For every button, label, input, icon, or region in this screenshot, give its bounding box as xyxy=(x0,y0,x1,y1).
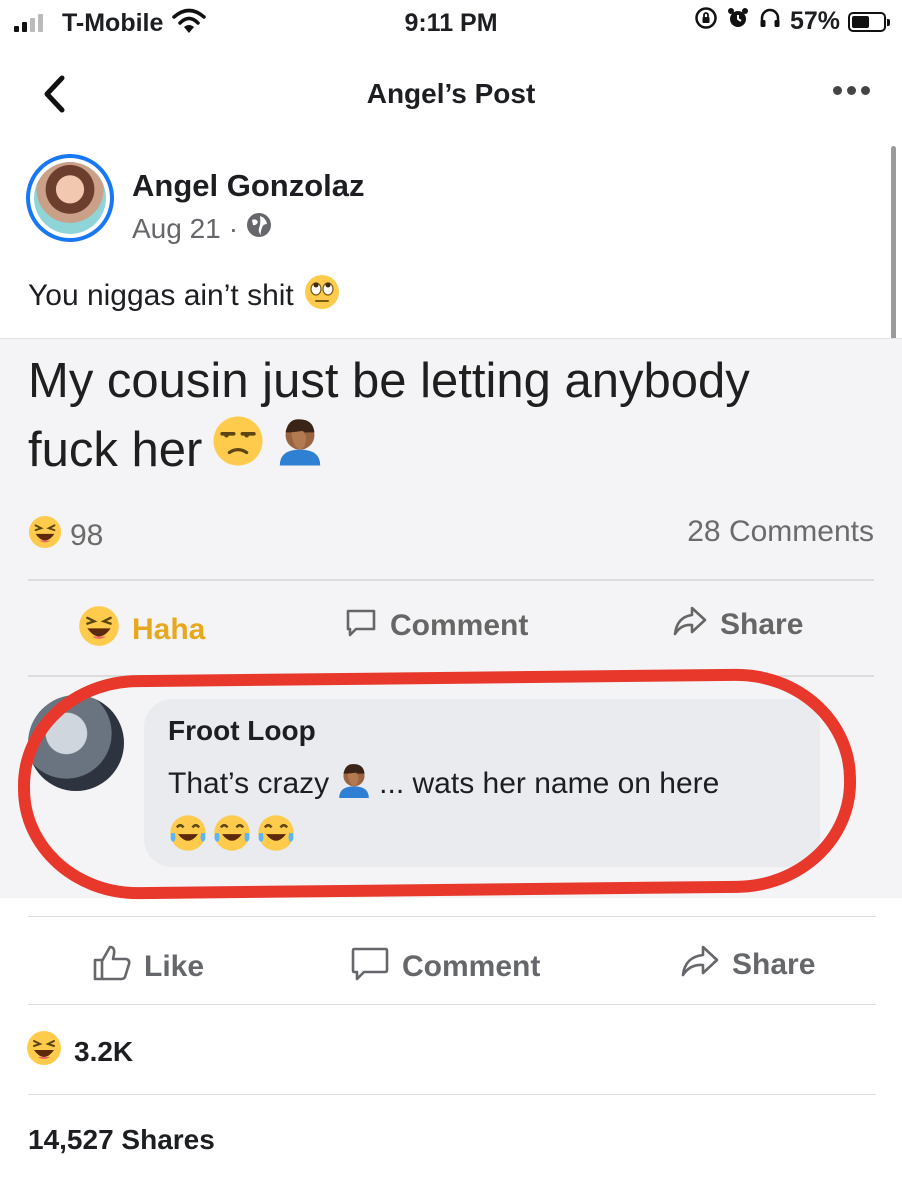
shared-comments-count[interactable]: 28 Comments xyxy=(687,515,874,549)
reactions-summary[interactable]: 3.2K xyxy=(26,1030,133,1073)
headphones-icon xyxy=(758,6,782,37)
shared-post-counts: 98 28 Comments xyxy=(28,515,874,559)
like-label: Like xyxy=(144,950,205,983)
haha-reaction-icon xyxy=(26,1030,62,1073)
alarm-icon xyxy=(726,6,750,37)
shared-action-bar: Haha Comment Share xyxy=(28,605,874,655)
caption-text: You niggas ain’t shit xyxy=(28,279,294,312)
shared-haha-label: Haha xyxy=(132,613,206,646)
share-label: Share xyxy=(732,948,816,981)
post-action-bar: Like Comment Share xyxy=(0,932,902,992)
shared-share-button[interactable]: Share xyxy=(672,605,803,645)
comment-icon xyxy=(350,944,390,990)
globe-icon xyxy=(246,212,272,245)
haha-reaction-icon xyxy=(28,515,62,557)
reaction-count: 3.2K xyxy=(74,1035,134,1067)
shares-count[interactable]: 14,527 Shares xyxy=(28,1124,215,1156)
shared-text-line-2: fuck her xyxy=(28,423,203,477)
battery-icon xyxy=(848,11,890,32)
rotation-lock-icon xyxy=(694,6,718,37)
post-header: Angel Gonzolaz Aug 21 · xyxy=(26,154,866,246)
meta-separator: · xyxy=(228,212,239,244)
more-options-button[interactable] xyxy=(833,86,870,95)
shared-divider xyxy=(28,579,874,581)
facepalm-emoji-icon xyxy=(274,415,326,485)
shared-post-text: My cousin just be letting anybody fuck h… xyxy=(28,347,888,485)
thumbs-up-icon xyxy=(92,944,132,990)
eye-roll-emoji-icon xyxy=(304,274,340,318)
red-annotation-circle xyxy=(16,667,858,901)
author-name[interactable]: Angel Gonzolaz xyxy=(132,168,365,204)
shared-share-label: Share xyxy=(720,608,804,641)
shared-haha-button[interactable]: Haha xyxy=(78,605,205,655)
shared-comment-label: Comment xyxy=(390,609,529,642)
share-arrow-icon xyxy=(672,605,708,645)
status-bar: T-Mobile 9:11 PM 57% xyxy=(0,0,902,48)
post-date[interactable]: Aug 21 xyxy=(132,213,221,245)
post-caption: You niggas ain’t shit xyxy=(28,274,340,318)
post-meta: Aug 21 · xyxy=(132,212,272,245)
haha-reaction-icon xyxy=(78,605,120,655)
divider xyxy=(28,1004,876,1005)
comment-button[interactable]: Comment xyxy=(350,944,540,990)
share-arrow-icon xyxy=(680,944,720,986)
shared-text-line-1: My cousin just be letting anybody xyxy=(28,354,750,408)
author-avatar[interactable] xyxy=(26,154,114,242)
divider xyxy=(28,1094,876,1095)
like-button[interactable]: Like xyxy=(92,944,204,990)
comment-label: Comment xyxy=(402,950,541,983)
battery-percent: 57% xyxy=(789,7,840,35)
share-button[interactable]: Share xyxy=(680,944,815,986)
navigation-bar: Angel’s Post xyxy=(0,56,902,132)
divider xyxy=(28,916,876,917)
comment-icon xyxy=(344,605,378,647)
page-title: Angel’s Post xyxy=(366,78,536,109)
shared-reaction-count[interactable]: 98 xyxy=(70,519,103,553)
shared-comment-button[interactable]: Comment xyxy=(344,605,528,647)
unamused-emoji-icon xyxy=(212,415,264,485)
